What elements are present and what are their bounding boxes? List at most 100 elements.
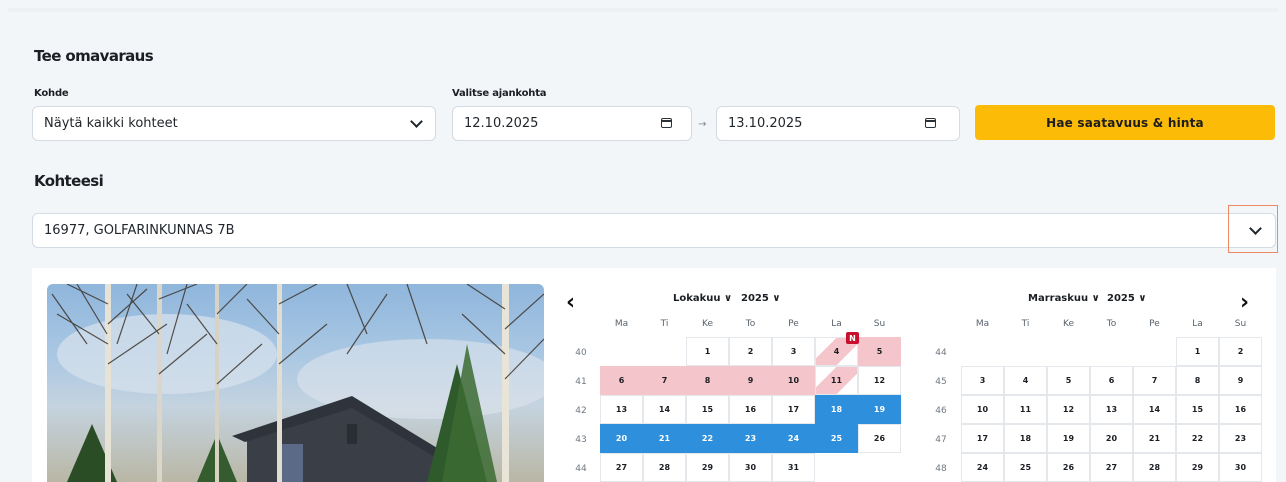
calendar-day[interactable]: 17: [772, 395, 815, 424]
calendar-day[interactable]: 17: [961, 424, 1004, 453]
week-number: 44: [935, 348, 947, 358]
calendar-day[interactable]: 14: [1133, 395, 1176, 424]
calendar-day-booked[interactable]: 9: [729, 366, 772, 395]
calendar-day[interactable]: 4: [1004, 366, 1047, 395]
prev-month-button[interactable]: ‹: [566, 290, 575, 315]
calendar-day[interactable]: 26: [858, 424, 901, 453]
calendar-day-selected[interactable]: 25: [815, 424, 858, 453]
calendar-day-selected[interactable]: 22: [686, 424, 729, 453]
weekday-header: Ke: [1063, 319, 1074, 329]
calendar-day[interactable]: 28: [1133, 453, 1176, 482]
calendar-day[interactable]: 15: [686, 395, 729, 424]
calendar-day[interactable]: 29: [686, 453, 729, 482]
calendar-day[interactable]: 28: [643, 453, 686, 482]
date-to-field[interactable]: 13.10.2025: [716, 106, 960, 141]
calendar-day[interactable]: 21: [1133, 424, 1176, 453]
calendar-day[interactable]: 27: [600, 453, 643, 482]
week-number: 43: [575, 435, 587, 445]
calendar-day[interactable]: 3: [772, 337, 815, 366]
weekday-header: Ti: [1021, 319, 1030, 329]
calendar-icon[interactable]: [661, 118, 672, 128]
top-divider: [8, 8, 1278, 12]
calendar-day[interactable]: 13: [1090, 395, 1133, 424]
calendar-day[interactable]: 16: [729, 395, 772, 424]
destination-label: Kohde: [34, 88, 69, 99]
calendar-day[interactable]: 11: [815, 366, 858, 395]
calendar-day[interactable]: 13: [600, 395, 643, 424]
calendar-day[interactable]: 10: [961, 395, 1004, 424]
left-month-select[interactable]: Lokakuu ∨: [673, 293, 732, 304]
calendar-day[interactable]: 12: [858, 366, 901, 395]
calendar-day[interactable]: 19: [1047, 424, 1090, 453]
calendar-day[interactable]: 23: [1219, 424, 1262, 453]
weekday-header: To: [1106, 319, 1117, 329]
properties-title: Kohteesi: [34, 172, 104, 190]
calendar-day[interactable]: 7: [1133, 366, 1176, 395]
calendar-day[interactable]: 27: [1090, 453, 1133, 482]
calendar-day[interactable]: 6: [1090, 366, 1133, 395]
calendar-day-selected[interactable]: 18: [815, 395, 858, 424]
calendar-day[interactable]: 30: [729, 453, 772, 482]
calendar-day[interactable]: 18: [1004, 424, 1047, 453]
search-availability-button[interactable]: Hae saatavuus & hinta: [975, 105, 1275, 140]
property-select[interactable]: 16977, GOLFARINKUNNAS 7B: [32, 213, 1276, 248]
calendar-day[interactable]: 12: [1047, 395, 1090, 424]
weekday-header: La: [1192, 319, 1203, 329]
calendar-day[interactable]: 15: [1176, 395, 1219, 424]
calendar-day[interactable]: 20: [1090, 424, 1133, 453]
arrow-right-icon: →: [698, 119, 707, 130]
calendar-icon[interactable]: [925, 118, 936, 128]
calendar-day[interactable]: 25: [1004, 453, 1047, 482]
weekday-header: Pe: [1149, 319, 1160, 329]
calendar-day[interactable]: 2: [729, 337, 772, 366]
reservation-title: Tee omavaraus: [34, 47, 154, 65]
destination-select[interactable]: Näytä kaikki kohteet: [32, 106, 436, 141]
week-number: 44: [575, 464, 587, 474]
date-from-value: 12.10.2025: [464, 116, 539, 131]
property-photo: [47, 284, 544, 482]
calendar-day-selected[interactable]: 20: [600, 424, 643, 453]
calendar-day[interactable]: 3: [961, 366, 1004, 395]
calendar-day-selected[interactable]: 24: [772, 424, 815, 453]
next-month-button[interactable]: ›: [1240, 290, 1249, 315]
calendar-day[interactable]: 1: [686, 337, 729, 366]
right-month-select[interactable]: Marraskuu ∨: [1028, 293, 1100, 304]
calendar-day[interactable]: 16: [1219, 395, 1262, 424]
new-booking-badge: N: [846, 332, 859, 344]
left-year-select[interactable]: 2025 ∨: [741, 293, 780, 304]
calendar-day[interactable]: 14: [643, 395, 686, 424]
calendar-day[interactable]: 11: [1004, 395, 1047, 424]
weekday-header: Pe: [788, 319, 799, 329]
weekday-header: Ma: [614, 319, 629, 329]
right-year-select[interactable]: 2025 ∨: [1107, 293, 1146, 304]
calendar-day[interactable]: 1: [1176, 337, 1219, 366]
calendar-day-booked[interactable]: 6: [600, 366, 643, 395]
calendar-day-booked[interactable]: 5: [858, 337, 901, 366]
week-number: 40: [575, 348, 587, 358]
week-number: 47: [935, 435, 947, 445]
destination-value: Näytä kaikki kohteet: [44, 116, 178, 131]
calendar-day[interactable]: 9: [1219, 366, 1262, 395]
calendar-day-selected[interactable]: 19: [858, 395, 901, 424]
calendar-day-selected[interactable]: 23: [729, 424, 772, 453]
weekday-header: Ma: [975, 319, 990, 329]
property-value: 16977, GOLFARINKUNNAS 7B: [44, 223, 235, 238]
date-to-value: 13.10.2025: [728, 116, 803, 131]
calendar-day[interactable]: 29: [1176, 453, 1219, 482]
weekday-header: To: [745, 319, 756, 329]
calendar-day[interactable]: 5: [1047, 366, 1090, 395]
calendar-day[interactable]: 30: [1219, 453, 1262, 482]
calendar-day-selected[interactable]: 21: [643, 424, 686, 453]
calendar-day-booked[interactable]: 10: [772, 366, 815, 395]
calendar-day[interactable]: 26: [1047, 453, 1090, 482]
date-from-field[interactable]: 12.10.2025: [452, 106, 692, 141]
calendar-day[interactable]: 8: [1176, 366, 1219, 395]
weekday-header: Ke: [702, 319, 713, 329]
calendar-day-booked[interactable]: 7: [643, 366, 686, 395]
calendar-day-booked[interactable]: 8: [686, 366, 729, 395]
week-number: 45: [935, 377, 947, 387]
calendar-day[interactable]: 2: [1219, 337, 1262, 366]
calendar-day[interactable]: 24: [961, 453, 1004, 482]
calendar-day[interactable]: 22: [1176, 424, 1219, 453]
calendar-day[interactable]: 31: [772, 453, 815, 482]
